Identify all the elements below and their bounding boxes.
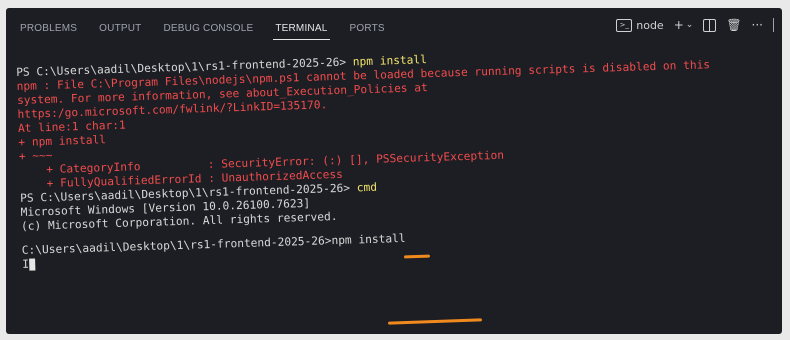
- plus-icon[interactable]: +: [674, 18, 684, 32]
- annotation-underline-npm-install: [387, 318, 483, 325]
- tab-ports[interactable]: PORTS: [348, 17, 387, 39]
- tab-debug-console[interactable]: DEBUG CONSOLE: [161, 17, 255, 39]
- split-terminal-icon[interactable]: [703, 18, 717, 32]
- command-text: cmd: [356, 180, 378, 195]
- shell-selector-label[interactable]: node: [636, 19, 663, 32]
- trash-icon[interactable]: 🗑: [726, 18, 741, 32]
- toolbar-divider: [773, 18, 774, 32]
- vscode-terminal-panel: PROBLEMS OUTPUT DEBUG CONSOLE TERMINAL P…: [6, 8, 782, 334]
- ellipsis-icon[interactable]: ···: [752, 18, 763, 32]
- command-text: npm install: [331, 231, 406, 248]
- tab-terminal[interactable]: TERMINAL: [273, 17, 330, 40]
- terminal-output[interactable]: PS C:\Users\aadil\Desktop\1\rs1-frontend…: [16, 42, 780, 272]
- terminal-icon[interactable]: >_: [616, 18, 633, 32]
- chevron-down-icon[interactable]: ⌄: [686, 20, 694, 30]
- text-cursor: [28, 258, 36, 271]
- tab-output[interactable]: OUTPUT: [97, 17, 143, 39]
- panel-actions: >_ node + ⌄ 🗑 ···: [616, 18, 774, 32]
- tab-problems[interactable]: PROBLEMS: [18, 17, 79, 39]
- command-text: npm install: [352, 53, 428, 69]
